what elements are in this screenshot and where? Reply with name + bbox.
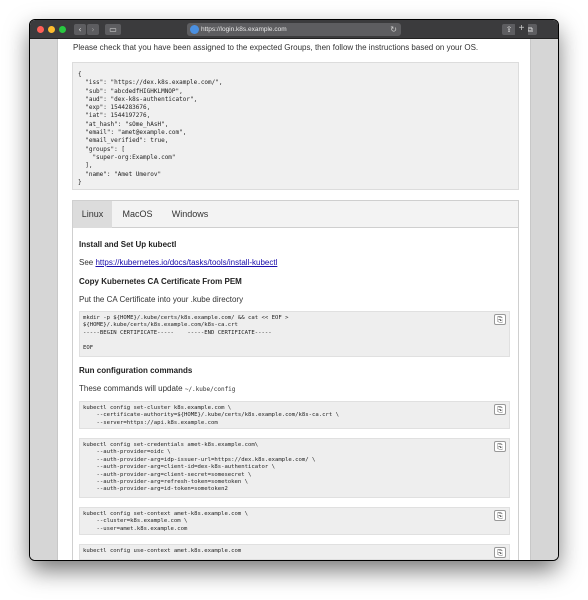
set-cluster-code: kubectl config set-cluster k8s.example.c… — [83, 405, 339, 426]
sidebar-toggle-icon[interactable]: ▭ — [105, 24, 121, 35]
use-context-code-block: kubectl config use-context amet.k8s.exam… — [79, 544, 510, 560]
token-claims-box: { "iss": "https://dex.k8s.example.com/",… — [72, 62, 519, 190]
new-tab-icon[interactable]: + — [515, 22, 528, 36]
copy-icon[interactable]: ⎘ — [494, 547, 506, 558]
tab-windows[interactable]: Windows — [165, 201, 215, 228]
ca-code-block: mkdir -p ${HOME}/.kube/certs/k8s.example… — [79, 311, 510, 357]
tab-bar: Linux MacOS Windows — [73, 201, 518, 228]
intro-text: Please check that you have been assigned… — [73, 43, 479, 52]
copy-icon[interactable]: ⎘ — [494, 510, 506, 521]
close-window-button[interactable] — [37, 26, 44, 33]
browser-viewport: Please check that you have been assigned… — [30, 39, 558, 560]
config-heading: Run configuration commands — [79, 366, 193, 375]
site-security-icon — [190, 25, 199, 34]
use-context-code: kubectl config use-context amet.k8s.exam… — [83, 548, 242, 554]
minimize-window-button[interactable] — [48, 26, 55, 33]
ca-code: mkdir -p ${HOME}/.kube/certs/k8s.example… — [83, 315, 289, 351]
ca-heading: Copy Kubernetes CA Certificate From PEM — [79, 277, 242, 286]
install-kubectl-link[interactable]: https://kubernetes.io/docs/tasks/tools/i… — [95, 258, 277, 267]
os-tabs: Linux MacOS Windows Install and Set Up k… — [72, 200, 519, 560]
token-claims-json: { "iss": "https://dex.k8s.example.com/",… — [78, 71, 223, 186]
config-instructions: These commands will update ~/.kube/confi… — [79, 384, 235, 393]
kube-config-path: ~/.kube/config — [184, 386, 236, 393]
share-icon[interactable]: ⇪ — [502, 24, 516, 35]
install-heading: Install and Set Up kubectl — [79, 240, 177, 249]
set-context-code-block: kubectl config set-context amet-k8s.exam… — [79, 507, 510, 535]
address-bar-url: https://login.k8s.example.com — [201, 26, 287, 33]
browser-window: ‹ › ▭ https://login.k8s.example.com ↻ ⇪ … — [30, 20, 558, 560]
set-cluster-code-block: kubectl config set-cluster k8s.example.c… — [79, 401, 510, 429]
config-text: These commands will update — [79, 384, 185, 393]
copy-icon[interactable]: ⎘ — [494, 441, 506, 452]
forward-icon[interactable]: › — [87, 24, 99, 35]
address-bar[interactable]: https://login.k8s.example.com ↻ — [187, 23, 401, 36]
maximize-window-button[interactable] — [59, 26, 66, 33]
set-credentials-code-block: kubectl config set-credentials amet-k8s.… — [79, 438, 510, 498]
install-paragraph: See https://kubernetes.io/docs/tasks/too… — [79, 258, 277, 267]
ca-instructions: Put the CA Certificate into your .kube d… — [79, 295, 244, 304]
set-context-code: kubectl config set-context amet-k8s.exam… — [83, 511, 249, 532]
see-label: See — [79, 258, 96, 267]
browser-toolbar: ‹ › ▭ https://login.k8s.example.com ↻ ⇪ … — [30, 20, 558, 39]
reload-icon[interactable]: ↻ — [390, 23, 397, 36]
copy-icon[interactable]: ⎘ — [494, 314, 506, 325]
copy-icon[interactable]: ⎘ — [494, 404, 506, 415]
set-credentials-code: kubectl config set-credentials amet-k8s.… — [83, 442, 316, 493]
page-content: Please check that you have been assigned… — [57, 39, 531, 560]
back-icon[interactable]: ‹ — [74, 24, 86, 35]
tab-linux[interactable]: Linux — [73, 201, 112, 228]
tab-macos[interactable]: MacOS — [115, 201, 160, 228]
